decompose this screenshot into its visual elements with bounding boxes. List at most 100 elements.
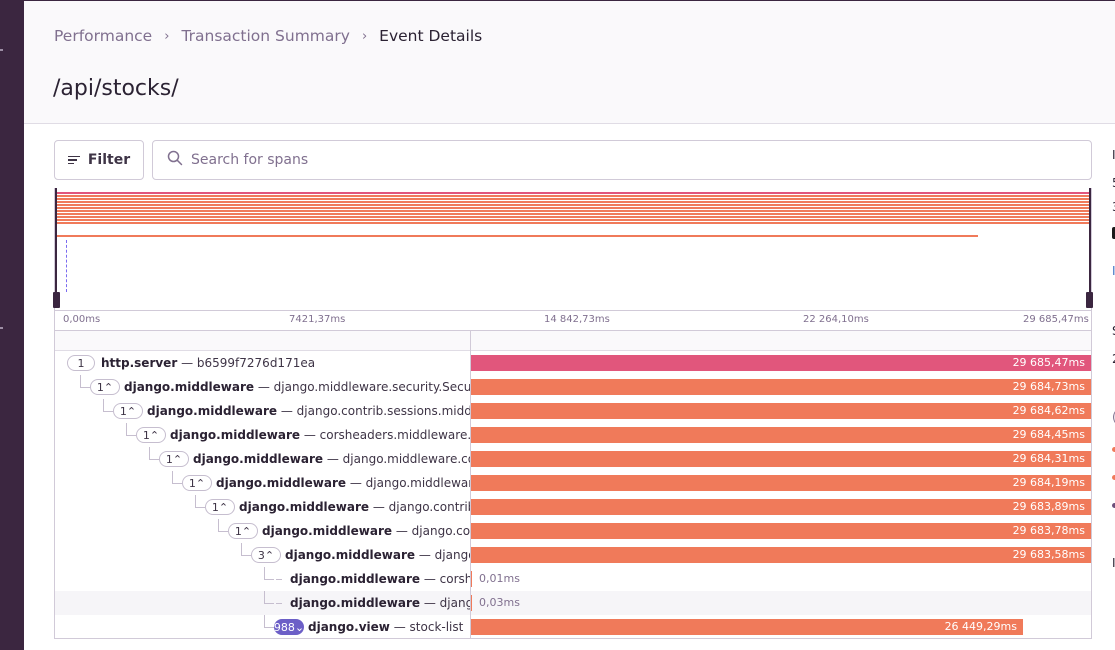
span-row[interactable]: 988 ⌄ django.view — stock-list 26 449,29ms bbox=[55, 615, 1091, 639]
minimap-cursor bbox=[66, 240, 67, 292]
tick-label: 29 685,47ms bbox=[1023, 314, 1089, 325]
tree-connector bbox=[195, 507, 205, 508]
span-children-toggle[interactable]: 1 ⌃ bbox=[113, 403, 143, 419]
span-bar[interactable]: 29 684,62ms bbox=[471, 403, 1091, 419]
span-description: — corsheaders.middleware.CorsMiddleware bbox=[423, 572, 470, 586]
breadcrumb-performance[interactable]: Performance bbox=[54, 27, 152, 45]
tree-connector bbox=[103, 411, 113, 412]
tick-label: 7421,37ms bbox=[289, 314, 346, 325]
span-row[interactable]: 1 ⌃ django.middleware — corsheaders.middl… bbox=[55, 423, 1091, 447]
span-label: django.view — stock-list bbox=[308, 619, 463, 635]
tree-connector bbox=[264, 627, 274, 628]
minimap-span-line bbox=[57, 213, 1089, 215]
minimap-right-handle[interactable] bbox=[1086, 292, 1093, 308]
span-child-count: 1 bbox=[165, 452, 173, 466]
tree-connector bbox=[172, 471, 173, 483]
span-row-label-cell: 1 ⌃ django.middleware — django.contrib.se… bbox=[55, 399, 470, 423]
span-bar[interactable]: 29 684,45ms bbox=[471, 427, 1091, 443]
span-bar[interactable]: 26 449,29ms bbox=[471, 619, 1023, 635]
chevron-up-icon: ⌃ bbox=[149, 428, 160, 442]
span-row-label-cell: 1 ⌃django.middleware — django.middleware… bbox=[55, 375, 470, 399]
tick-label: 22 264,10ms bbox=[803, 314, 869, 325]
span-op: django.middleware bbox=[193, 452, 324, 466]
tree-connector bbox=[264, 603, 274, 604]
span-op: django.middleware bbox=[216, 476, 347, 490]
chevron-right-icon: › bbox=[361, 28, 368, 44]
details-panel: I 5 3 I S 2 ( I bbox=[1108, 124, 1115, 650]
span-label: http.server — b6599f7276d171ea bbox=[101, 355, 315, 371]
span-bar[interactable]: 29 683,78ms bbox=[471, 523, 1091, 539]
column-divider[interactable] bbox=[470, 331, 471, 638]
span-description: — django.middleware.clickjacking.XFrameO… bbox=[418, 548, 470, 562]
span-op: django.middleware bbox=[285, 548, 416, 562]
tree-connector bbox=[172, 483, 182, 484]
span-description: — django.contrib.auth.middleware.Authent… bbox=[372, 500, 470, 514]
span-row-label-cell: 1 ⌃django.middleware — django.contrib.au… bbox=[55, 495, 470, 519]
tree-connector bbox=[264, 591, 265, 603]
minimap-left-handle[interactable] bbox=[53, 292, 60, 308]
span-children-toggle[interactable]: 1 ⌃ bbox=[228, 523, 258, 539]
tree-connector bbox=[149, 447, 150, 459]
span-child-count: 3 bbox=[257, 548, 265, 562]
span-row-label-cell: 1 ⌃django.middleware — django.middleware… bbox=[55, 471, 470, 495]
span-children-toggle[interactable]: 1 ⌃ bbox=[182, 475, 212, 491]
app-root: Performance › Transaction Summary › Even… bbox=[0, 0, 1115, 650]
chevron-up-icon: ⌃ bbox=[195, 476, 206, 490]
span-child-count: 1 bbox=[234, 524, 242, 538]
span-bar[interactable] bbox=[471, 595, 472, 611]
span-row[interactable]: 1 ⌃django.middleware — django.middleware… bbox=[55, 447, 1091, 471]
span-bar[interactable]: 29 683,89ms bbox=[471, 499, 1091, 515]
tree-connector bbox=[264, 615, 265, 627]
minimap-span-line bbox=[57, 222, 1089, 224]
span-bar[interactable]: 29 685,47ms bbox=[471, 355, 1091, 371]
span-children-toggle[interactable]: 988 ⌄ bbox=[274, 619, 304, 635]
tree-connector bbox=[276, 579, 282, 580]
left-sidebar bbox=[0, 0, 24, 650]
minimap-span-line bbox=[57, 192, 1089, 194]
span-description: — stock-list bbox=[393, 620, 464, 634]
span-label: django.middleware — django.middleware.cs… bbox=[216, 475, 470, 491]
span-row[interactable]: 3 ⌃django.middleware — django.middleware… bbox=[55, 543, 1091, 567]
filter-button-label: Filter bbox=[87, 152, 131, 168]
span-row[interactable]: django.middleware — corsheaders.middlewa… bbox=[55, 567, 1091, 591]
span-label: django.middleware — corsheaders.middlewa… bbox=[170, 427, 470, 443]
tick-label: 14 842,73ms bbox=[544, 314, 610, 325]
tree-connector bbox=[218, 531, 228, 532]
span-bar[interactable] bbox=[471, 571, 472, 587]
span-row[interactable]: 1 http.server — b6599f7276d171ea 29 685,47… bbox=[55, 351, 1091, 375]
filter-button[interactable]: Filter bbox=[54, 140, 144, 180]
span-children-toggle[interactable]: 1 ⌃ bbox=[159, 451, 189, 467]
span-op: django.middleware bbox=[147, 404, 278, 418]
chevron-up-icon: ⌃ bbox=[218, 500, 229, 514]
span-label: django.middleware — django.middleware.co… bbox=[290, 595, 470, 611]
span-tree-header bbox=[55, 331, 1091, 351]
trace-minimap[interactable] bbox=[53, 188, 1093, 310]
span-row[interactable]: 1 ⌃ django.middleware — django.contrib.se… bbox=[55, 399, 1091, 423]
span-row[interactable]: 1 ⌃django.middleware — django.middleware… bbox=[55, 375, 1091, 399]
span-children-toggle[interactable]: 1 ⌃ bbox=[205, 499, 235, 515]
span-children-toggle[interactable]: 1 ⌃ bbox=[90, 379, 120, 395]
span-description: — b6599f7276d171ea bbox=[181, 356, 316, 370]
span-row-label-cell: 1 http.server — b6599f7276d171ea bbox=[55, 351, 470, 375]
span-row[interactable]: 1 ⌃django.middleware — django.contrib.me… bbox=[55, 519, 1091, 543]
search-input[interactable] bbox=[191, 152, 991, 168]
span-row-label-cell: 1 ⌃ django.middleware — corsheaders.middl… bbox=[55, 423, 470, 447]
span-children-toggle[interactable]: 1 bbox=[67, 355, 95, 371]
span-duration: 0,01ms bbox=[479, 572, 520, 585]
span-bar[interactable]: 29 684,19ms bbox=[471, 475, 1091, 491]
span-children-toggle[interactable]: 1 ⌃ bbox=[136, 427, 166, 443]
chevron-right-icon: › bbox=[164, 28, 170, 44]
span-description: — django.contrib.sessions.middleware.Ses… bbox=[280, 404, 470, 418]
span-row[interactable]: django.middleware — django.middleware.co… bbox=[55, 591, 1091, 615]
minimap-span-line bbox=[57, 235, 978, 237]
span-children-toggle[interactable]: 3 ⌃ bbox=[251, 547, 281, 563]
span-label: django.middleware — django.middleware.co… bbox=[193, 451, 470, 467]
span-row[interactable]: 1 ⌃django.middleware — django.middleware… bbox=[55, 471, 1091, 495]
span-bar[interactable]: 29 683,58ms bbox=[471, 547, 1091, 563]
span-label: django.middleware — django.middleware.cl… bbox=[285, 547, 470, 563]
span-bar[interactable]: 29 684,31ms bbox=[471, 451, 1091, 467]
span-op: django.view bbox=[308, 620, 390, 634]
breadcrumb-transaction-summary[interactable]: Transaction Summary bbox=[181, 27, 350, 45]
span-row[interactable]: 1 ⌃django.middleware — django.contrib.au… bbox=[55, 495, 1091, 519]
span-bar[interactable]: 29 684,73ms bbox=[471, 379, 1091, 395]
